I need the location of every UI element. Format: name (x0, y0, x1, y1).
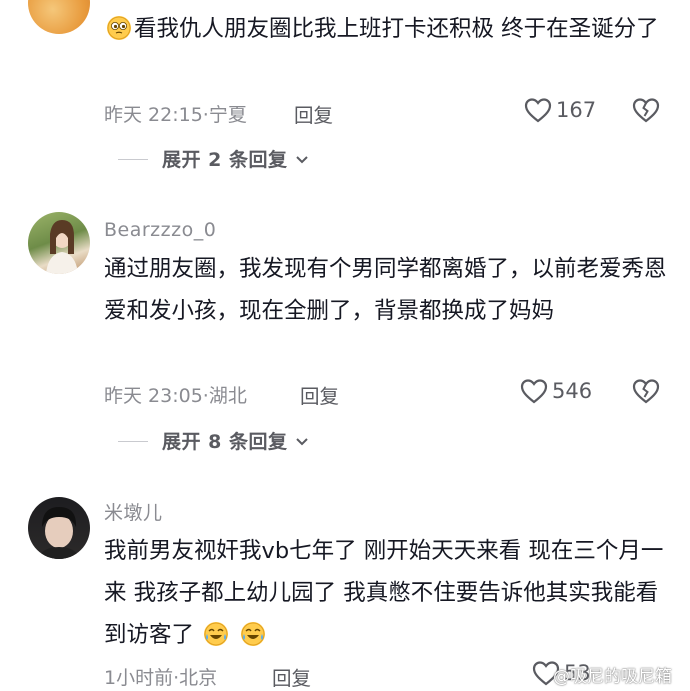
avatar[interactable] (28, 0, 90, 34)
dislike-button[interactable] (632, 97, 660, 127)
avatar[interactable] (28, 212, 90, 274)
comment-text-content: 我前男友视奸我vb七年了 刚开始天天来看 现在三个月一来 我孩子都上幼儿园了 我… (104, 538, 664, 648)
expand-label: 展开 8 条回复 (162, 431, 288, 453)
comment-time: 1小时前 (104, 667, 174, 689)
reply-button[interactable]: 回复 (300, 380, 339, 409)
like-count: 167 (556, 98, 597, 122)
broken-heart-icon (632, 379, 660, 404)
heart-icon (524, 98, 552, 123)
comment-meta: 昨天 22:15·宁夏 (104, 100, 247, 127)
dislike-button[interactable] (632, 378, 660, 408)
comment-location: 北京 (179, 667, 218, 689)
tears-of-joy-emoji-icon (241, 622, 266, 646)
tears-of-joy-emoji-icon (204, 622, 229, 646)
comment-item: 看我仇人朋友圈比我上班打卡还积极 终于在圣诞分了 昨天 22:15·宁夏 回复 … (0, 0, 690, 195)
divider-line (118, 159, 148, 160)
watermark: @吸尼的吸尼箱 (553, 667, 672, 687)
comment-text: 看我仇人朋友圈比我上班打卡还积极 终于在圣诞分了 (104, 8, 669, 50)
reply-button[interactable]: 回复 (294, 99, 333, 128)
broken-heart-icon (632, 98, 660, 123)
comment-meta: 1小时前·北京 (104, 663, 217, 690)
expand-label: 展开 2 条回复 (162, 149, 288, 171)
comment-meta: 昨天 23:05·湖北 (104, 381, 247, 408)
like-count: 546 (552, 379, 593, 403)
eyes-emoji-icon (107, 16, 131, 40)
comment-time: 昨天 23:05 (104, 385, 203, 407)
like-button[interactable]: 167 (524, 97, 596, 123)
comment-location: 宁夏 (208, 104, 247, 126)
comment-location: 湖北 (208, 385, 247, 407)
username[interactable]: 米墩儿 (104, 498, 163, 525)
expand-replies-button[interactable]: 展开 8 条回复 (118, 427, 309, 454)
chevron-down-icon (295, 156, 308, 164)
comment-item: Bearzzzo_0 通过朋友圈，我发现有个男同学都离婚了，以前老爱秀恩爱和发小… (0, 200, 690, 470)
divider-line (118, 441, 148, 442)
comment-text: 我前男友视奸我vb七年了 刚开始天天来看 现在三个月一来 我孩子都上幼儿园了 我… (104, 530, 669, 656)
like-button[interactable]: 546 (520, 378, 592, 404)
comment-item: 米墩儿 我前男友视奸我vb七年了 刚开始天天来看 现在三个月一来 我孩子都上幼儿… (0, 483, 690, 691)
comment-text: 通过朋友圈，我发现有个男同学都离婚了，以前老爱秀恩爱和发小孩，现在全删了，背景都… (104, 256, 667, 324)
comment-text-content: 看我仇人朋友圈比我上班打卡还积极 终于在圣诞分了 (134, 16, 659, 42)
expand-replies-button[interactable]: 展开 2 条回复 (118, 145, 309, 172)
comment-time: 昨天 22:15 (104, 104, 203, 126)
username[interactable]: Bearzzzo_0 (104, 219, 216, 241)
avatar[interactable] (28, 497, 90, 559)
reply-button[interactable]: 回复 (272, 662, 311, 691)
heart-icon (520, 379, 548, 404)
chevron-down-icon (295, 438, 308, 446)
